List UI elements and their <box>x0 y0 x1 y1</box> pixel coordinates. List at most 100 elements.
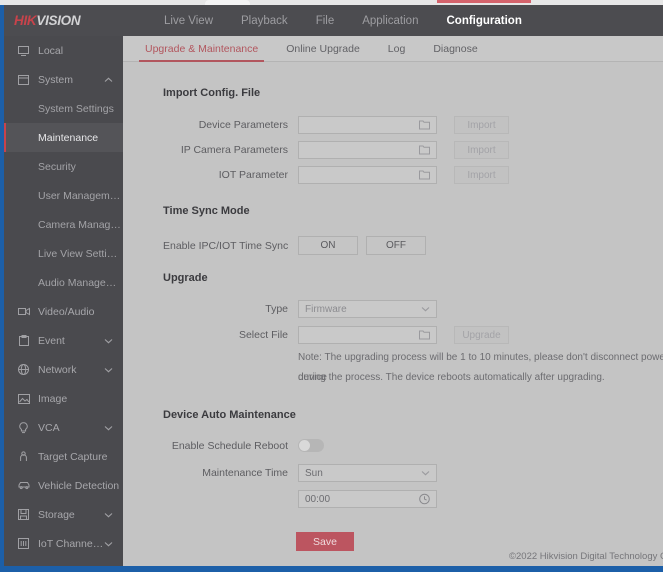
sidebar-item-system[interactable]: System <box>4 65 123 94</box>
label-upgrade-type: Type <box>265 303 288 315</box>
nav-item-playback[interactable]: Playback <box>227 5 302 36</box>
section-title-device-auto-maintenance: Device Auto Maintenance <box>163 409 296 421</box>
copyright-footer: ©2022 Hikvision Digital Technology Co., … <box>509 551 663 562</box>
sidebar-item-network[interactable]: Network <box>4 355 123 384</box>
row-maintenance-day: Maintenance Time Sun <box>163 464 593 482</box>
schedule-reboot-toggle[interactable] <box>298 439 324 452</box>
clock-icon[interactable] <box>419 493 430 505</box>
sidebar-item-label: Camera Management <box>38 218 123 231</box>
time-sync-off-button[interactable]: OFF <box>366 236 426 255</box>
section-title-import-config: Import Config. File <box>163 87 261 99</box>
tab-upgrade-maintenance[interactable]: Upgrade & Maintenance <box>131 36 272 62</box>
person-icon <box>16 450 31 464</box>
sidebar-item-local[interactable]: Local <box>4 36 123 65</box>
sidebar-item-label: Vehicle Detection <box>38 479 120 492</box>
nav-item-configuration[interactable]: Configuration <box>432 0 535 36</box>
time-sync-on-button[interactable]: ON <box>298 236 358 255</box>
folder-icon[interactable] <box>419 145 430 155</box>
sidebar-item-iot-channel-settings[interactable]: IoT Channel Se... <box>4 529 123 558</box>
sidebar-item-storage[interactable]: Storage <box>4 500 123 529</box>
chevron-down-icon <box>421 470 430 476</box>
label-device-parameters: Device Parameters <box>198 119 288 131</box>
folder-icon[interactable] <box>419 170 430 180</box>
label-ip-camera-parameters: IP Camera Parameters <box>180 144 288 156</box>
sidebar-item-label: Image <box>38 392 68 405</box>
ip-camera-parameters-input[interactable] <box>298 141 437 159</box>
sidebar-item-label: Video/Audio <box>38 305 95 318</box>
sidebar-item-camera-management[interactable]: Camera Management <box>4 210 123 239</box>
sidebar-item-label: Security <box>38 160 76 173</box>
import-ip-camera-parameters-button[interactable]: Import <box>454 141 509 159</box>
globe-icon <box>16 363 31 377</box>
sidebar-item-label: VCA <box>38 421 60 434</box>
hikvision-logo: HIKVISION <box>14 13 81 28</box>
video-icon <box>16 305 31 319</box>
tab-online-upgrade[interactable]: Online Upgrade <box>272 36 374 62</box>
maintenance-day-value: Sun <box>305 467 323 479</box>
maintenance-time-input[interactable]: 00:00 <box>298 490 437 508</box>
sidebar-item-label: Maintenance <box>38 131 99 144</box>
sidebar-item-label: Local <box>38 44 64 57</box>
chevron-down-icon <box>104 338 113 344</box>
sidebar-item-label: Storage <box>38 508 75 521</box>
row-maintenance-clock: 00:00 <box>298 490 663 508</box>
sidebar-item-label: IoT Channel Se... <box>38 537 104 550</box>
label-iot-parameter: IOT Parameter <box>218 169 288 181</box>
sidebar-item-event[interactable]: Event <box>4 326 123 355</box>
sidebar-item-label: System <box>38 73 74 86</box>
sidebar-item-video-audio[interactable]: Video/Audio <box>4 297 123 326</box>
sidebar-item-maintenance[interactable]: Maintenance <box>4 123 123 152</box>
sidebar-item-label: Network <box>38 363 77 376</box>
sidebar-item-label: System Settings <box>38 102 114 115</box>
upgrade-button[interactable]: Upgrade <box>454 326 509 344</box>
save-button[interactable]: Save <box>296 532 354 551</box>
sidebar-item-target-capture[interactable]: Target Capture <box>4 442 123 471</box>
logo-hik-text: HIK <box>14 13 37 28</box>
sidebar-item-security[interactable]: Security <box>4 152 123 181</box>
import-iot-parameter-button[interactable]: Import <box>454 166 509 184</box>
app-window: HIKVISION Live View Playback File Applic… <box>0 0 663 572</box>
row-device-parameters: Device Parameters Import <box>163 116 593 134</box>
nav-item-file[interactable]: File <box>302 5 349 36</box>
car-icon <box>16 479 31 493</box>
tab-diagnose[interactable]: Diagnose <box>419 36 491 62</box>
sidebar-item-image[interactable]: Image <box>4 384 123 413</box>
app-header: HIKVISION Live View Playback File Applic… <box>0 0 663 36</box>
left-blue-edge <box>0 5 4 572</box>
bottom-blue-edge <box>0 566 663 572</box>
iot-parameter-input[interactable] <box>298 166 437 184</box>
settings-panel: Import Config. File Device Parameters Im… <box>123 62 663 566</box>
upgrade-type-select[interactable]: Firmware <box>298 300 437 318</box>
folder-icon[interactable] <box>419 330 430 340</box>
sidebar-item-user-management[interactable]: User Management <box>4 181 123 210</box>
sidebar-item-audio-management[interactable]: Audio Management <box>4 268 123 297</box>
nav-item-application[interactable]: Application <box>348 5 432 36</box>
sidebar-item-system-settings[interactable]: System Settings <box>4 94 123 123</box>
select-file-input[interactable] <box>298 326 437 344</box>
label-maintenance-time: Maintenance Time <box>202 467 288 479</box>
label-select-file: Select File <box>238 329 288 341</box>
image-icon <box>16 392 31 406</box>
chip-icon <box>16 537 31 551</box>
sidebar: Local System System Settings Maintenance… <box>4 36 123 566</box>
sidebar-item-label: Live View Settings <box>38 247 123 260</box>
nav-item-live-view[interactable]: Live View <box>150 5 227 36</box>
chevron-down-icon <box>104 541 113 547</box>
upgrade-type-value: Firmware <box>305 303 347 315</box>
sidebar-item-vehicle-detection[interactable]: Vehicle Detection <box>4 471 123 500</box>
sidebar-item-label: User Management <box>38 189 123 202</box>
row-select-file: Select File Upgrade <box>163 326 593 344</box>
sidebar-item-vca[interactable]: VCA <box>4 413 123 442</box>
sidebar-item-label: Event <box>38 334 65 347</box>
row-iot-parameter: IOT Parameter Import <box>163 166 593 184</box>
maintenance-day-select[interactable]: Sun <box>298 464 437 482</box>
import-device-parameters-button[interactable]: Import <box>454 116 509 134</box>
device-parameters-input[interactable] <box>298 116 437 134</box>
top-navigation: Live View Playback File Application Conf… <box>150 0 536 36</box>
row-ip-camera-parameters: IP Camera Parameters Import <box>163 141 593 159</box>
chevron-down-icon <box>104 425 113 431</box>
sidebar-item-live-view-settings[interactable]: Live View Settings <box>4 239 123 268</box>
tab-log[interactable]: Log <box>374 36 420 62</box>
folder-icon[interactable] <box>419 120 430 130</box>
upgrade-note-line-2: during the process. The device reboots a… <box>298 372 605 383</box>
